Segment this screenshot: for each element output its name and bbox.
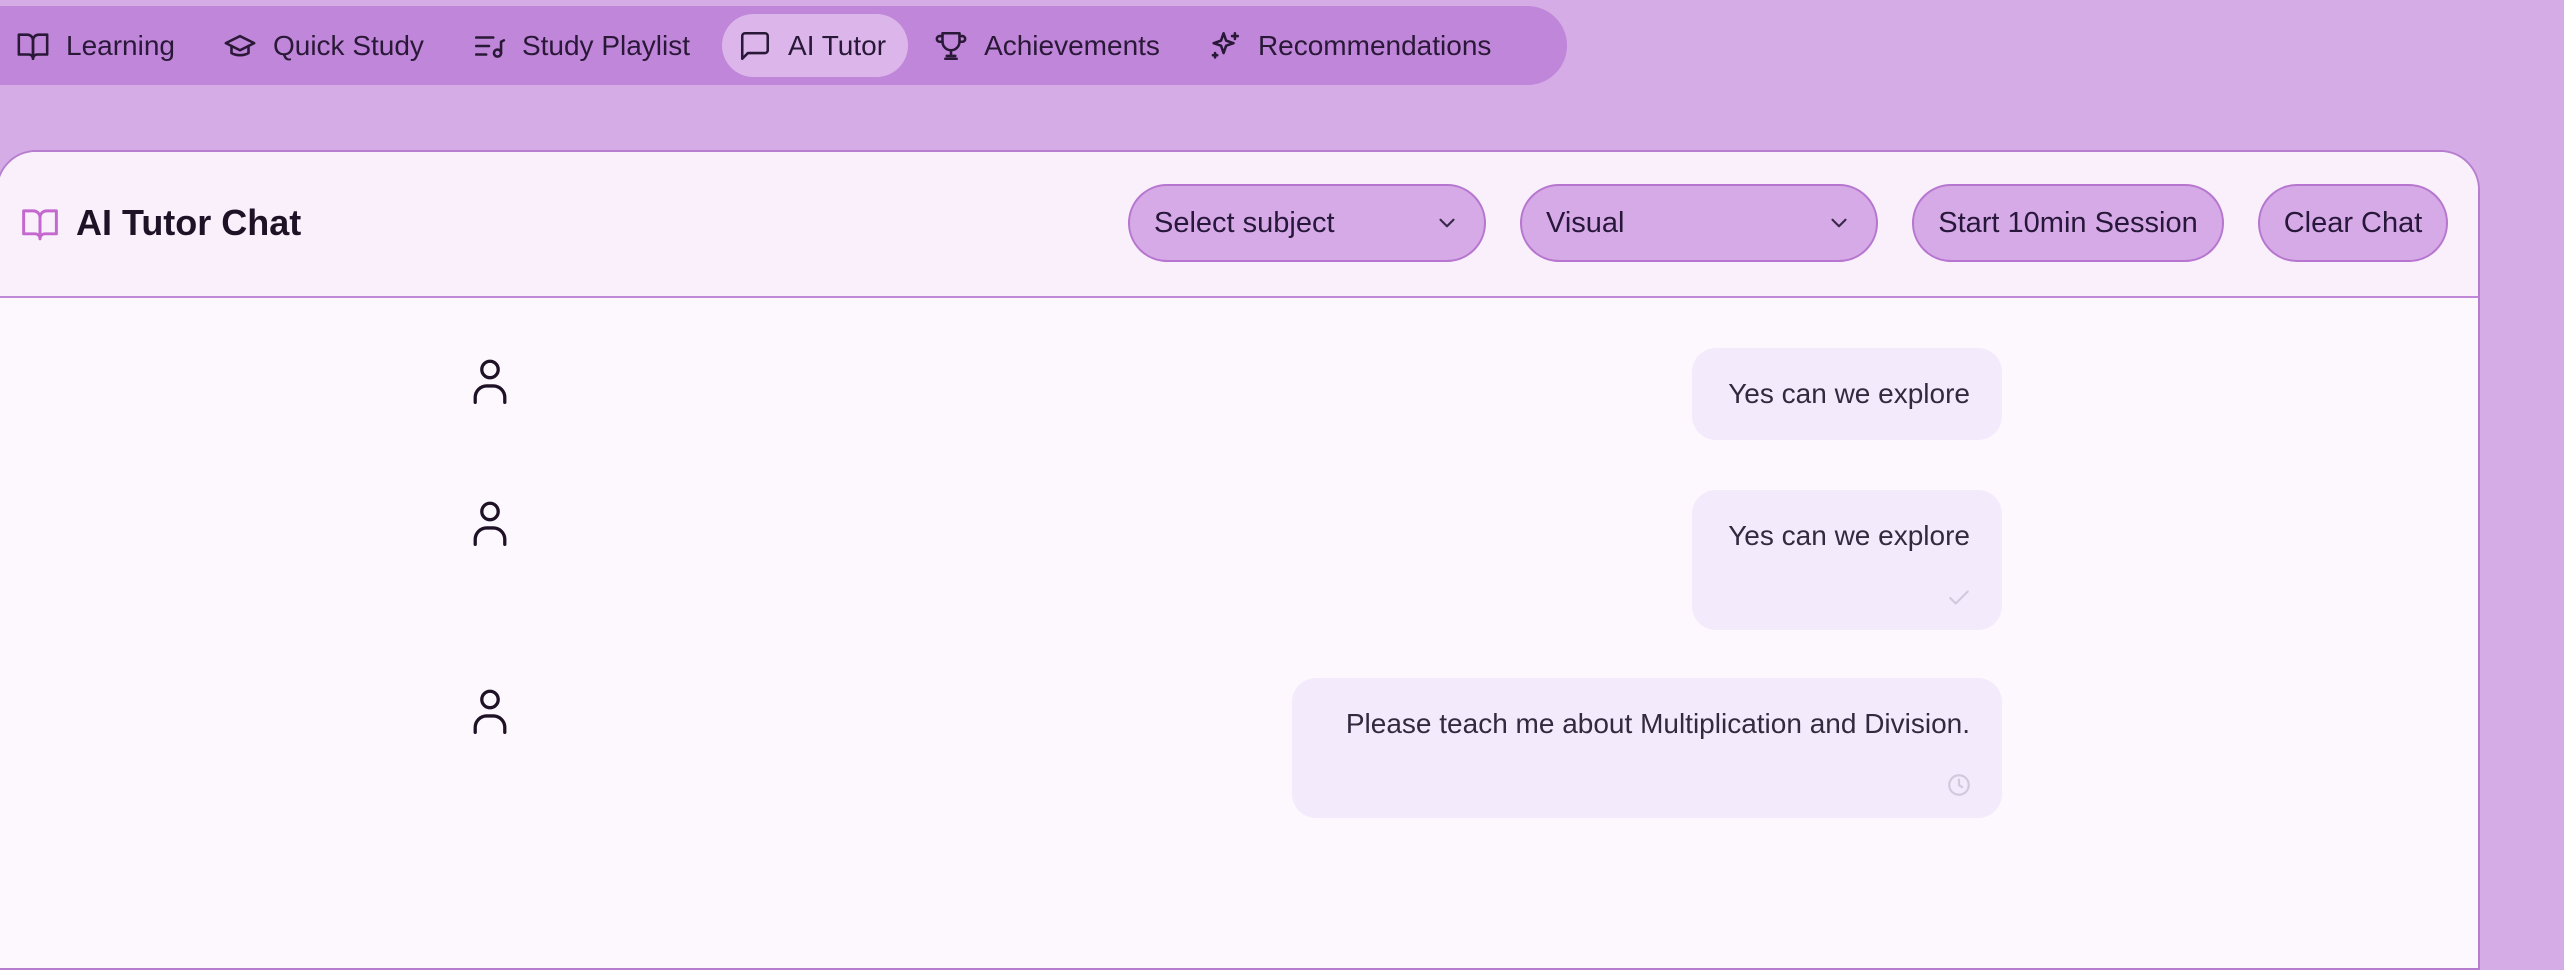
nav-item-recommendations[interactable]: Recommendations: [1192, 14, 1513, 77]
message-bubble: Yes can we explore: [1692, 490, 2002, 630]
book-open-icon: [20, 206, 60, 242]
user-avatar-icon: [470, 688, 510, 734]
subject-select[interactable]: Select subject: [1128, 184, 1486, 262]
trophy-icon: [934, 29, 968, 63]
nav-item-learning[interactable]: Learning: [0, 14, 197, 77]
nav-item-label: Achievements: [984, 29, 1160, 61]
subject-select-value: Select subject: [1154, 206, 1335, 239]
top-nav: Learning Quick Study Study Playlist AI T…: [0, 6, 1567, 85]
message-bubble: Please teach me about Multiplication and…: [1292, 678, 2002, 818]
nav-item-label: AI Tutor: [788, 29, 887, 61]
page-title: AI Tutor Chat: [76, 202, 302, 243]
user-avatar-icon: [470, 358, 510, 404]
clear-chat-label: Clear Chat: [2283, 206, 2423, 239]
message-bubble: Yes can we explore: [1692, 348, 2002, 440]
nav-item-study-playlist[interactable]: Study Playlist: [456, 14, 712, 77]
chevron-down-icon: [1434, 210, 1460, 236]
chat-card: AI Tutor Chat Select subject Visual Star…: [0, 150, 2480, 970]
clear-chat-button[interactable]: Clear Chat: [2258, 184, 2448, 262]
nav-item-label: Quick Study: [272, 29, 424, 61]
nav-item-quick-study[interactable]: Quick Study: [207, 14, 446, 77]
message-text: Please teach me about Multiplication and…: [1345, 708, 1970, 739]
graduation-cap-icon: [223, 29, 257, 63]
message-text: Yes can we explore: [1728, 378, 1970, 409]
book-open-icon: [16, 29, 50, 63]
learning-style-select-value: Visual: [1546, 206, 1625, 239]
check-icon: [1946, 584, 1972, 610]
chevron-down-icon: [1826, 210, 1852, 236]
nav-item-label: Recommendations: [1257, 29, 1492, 61]
message-square-icon: [738, 29, 772, 63]
nav-item-label: Study Playlist: [521, 29, 691, 61]
clock-icon: [1946, 772, 1972, 798]
user-avatar-icon: [470, 500, 510, 546]
message-text: Yes can we explore: [1728, 520, 1970, 551]
sparkles-icon: [1208, 29, 1242, 63]
nav-item-achievements[interactable]: Achievements: [918, 14, 1182, 77]
start-session-button[interactable]: Start 10min Session: [1912, 184, 2224, 262]
nav-item-ai-tutor[interactable]: AI Tutor: [722, 14, 909, 77]
nav-item-label: Learning: [66, 29, 175, 61]
start-session-label: Start 10min Session: [1938, 206, 2198, 239]
list-music-icon: [472, 29, 506, 63]
learning-style-select[interactable]: Visual: [1520, 184, 1878, 262]
chat-header: AI Tutor Chat Select subject Visual Star…: [0, 152, 2478, 298]
